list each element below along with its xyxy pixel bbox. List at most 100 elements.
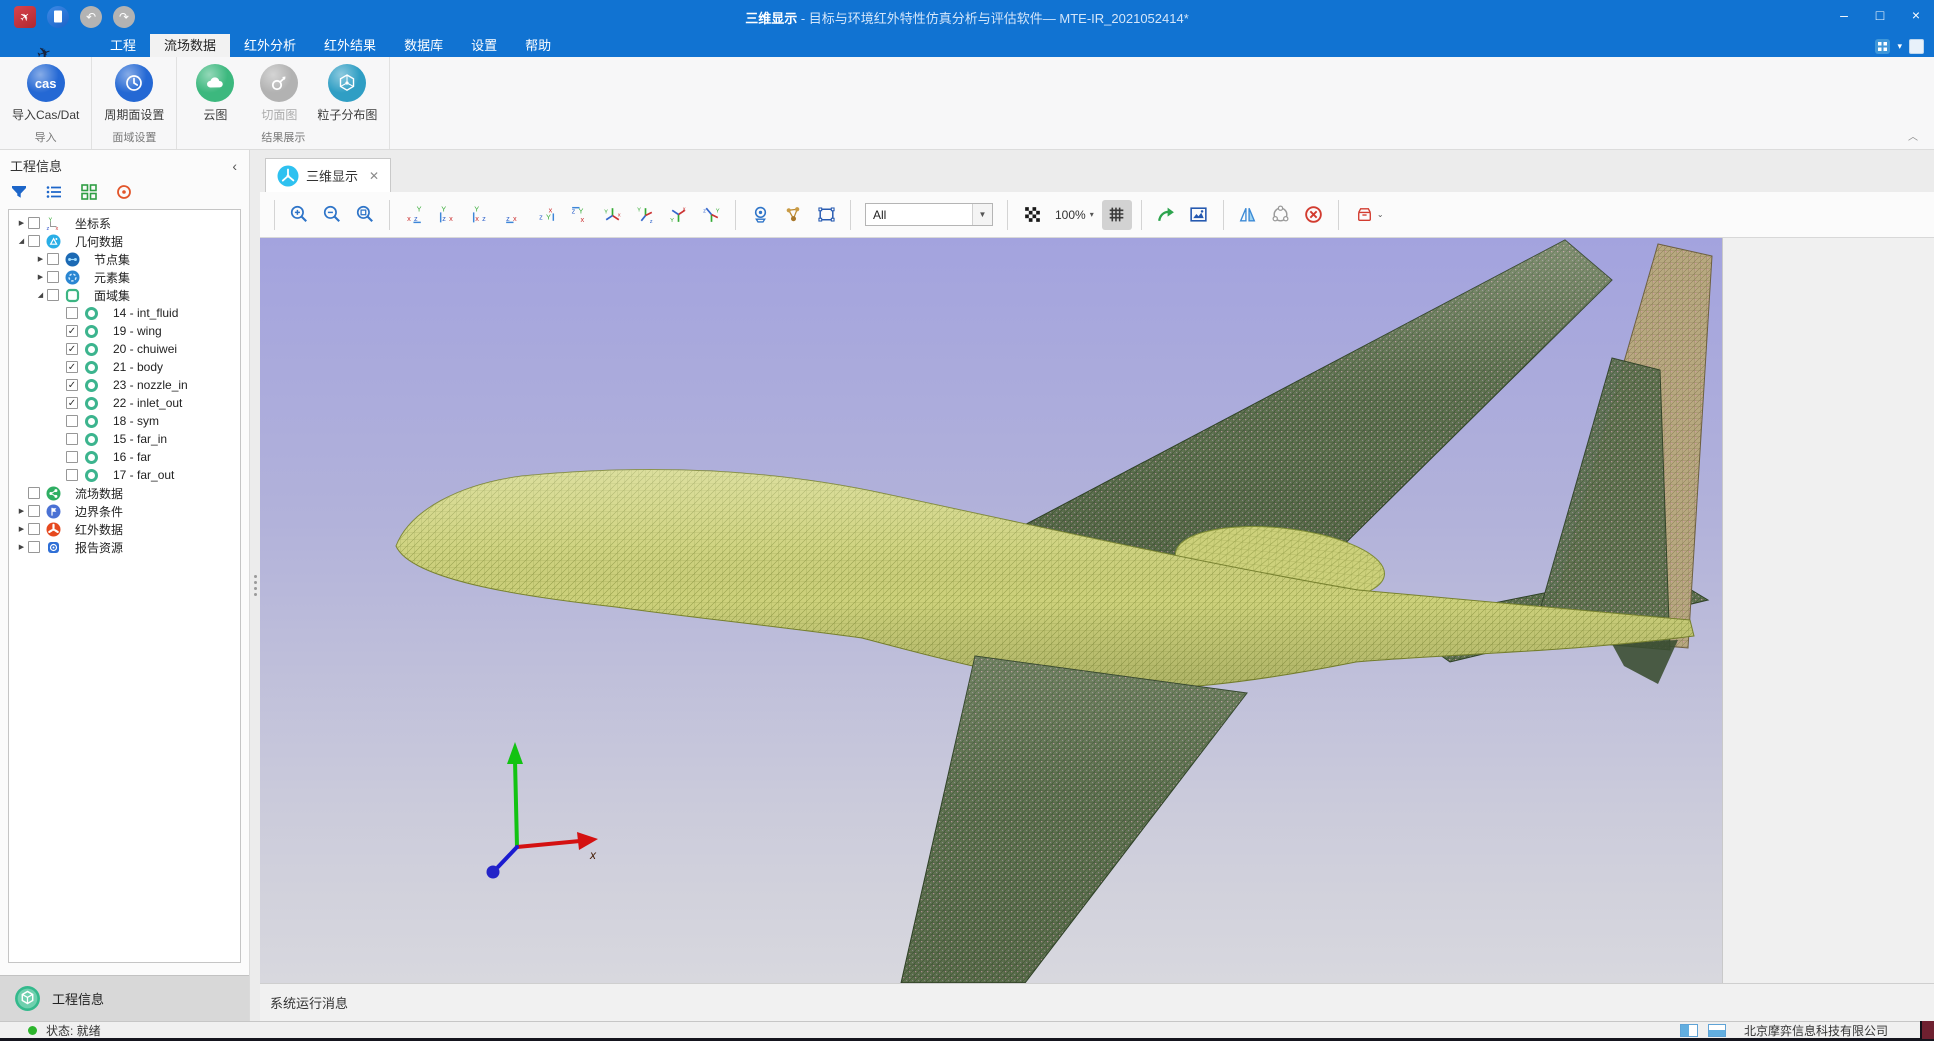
zoom-level-control[interactable]: 100%▾: [1055, 208, 1094, 222]
tree-item-5[interactable]: ◢面域集: [9, 286, 240, 304]
view-right-button[interactable]: [498, 200, 528, 230]
zoom-out-button[interactable]: [317, 200, 347, 230]
tree-checkbox[interactable]: [28, 505, 40, 517]
menu-item-7[interactable]: 帮助: [511, 34, 565, 57]
layout-toggle-1-icon[interactable]: [1680, 1024, 1698, 1037]
maximize-button[interactable]: □: [1862, 0, 1898, 30]
tree-item-9[interactable]: ✓21 - body: [9, 358, 240, 376]
collapsed-arrow-icon[interactable]: ▶: [15, 543, 28, 551]
grid-button[interactable]: [1102, 200, 1132, 230]
tree-item-15[interactable]: 17 - far_out: [9, 466, 240, 484]
tree-item-4[interactable]: ▶元素集: [9, 268, 240, 286]
node-display-button[interactable]: [778, 200, 808, 230]
tree-item-17[interactable]: ▶边界条件: [9, 502, 240, 520]
view-back-button[interactable]: [432, 200, 462, 230]
layout-toggle-2-icon[interactable]: [1708, 1024, 1726, 1037]
tree-checkbox[interactable]: [66, 433, 78, 445]
collapsed-arrow-icon[interactable]: ▶: [34, 255, 47, 263]
tree-checkbox[interactable]: [66, 469, 78, 481]
tree-item-1[interactable]: ▶坐标系: [9, 214, 240, 232]
grid-view-icon[interactable]: [80, 183, 98, 201]
transparency-button[interactable]: [1017, 200, 1047, 230]
mirror-button[interactable]: [1233, 200, 1263, 230]
apps-icon[interactable]: [1875, 39, 1890, 54]
menu-item-3[interactable]: 红外分析: [230, 34, 310, 57]
box-select-button[interactable]: [811, 200, 841, 230]
contour-cloud-button[interactable]: 云图: [189, 63, 241, 123]
tab-3d-view[interactable]: 三维显示 ✕: [265, 158, 391, 192]
archive-caret-icon[interactable]: ⌄: [1377, 210, 1384, 219]
list-view-icon[interactable]: [45, 183, 63, 201]
redo-button[interactable]: ↷: [113, 6, 135, 28]
expanded-arrow-icon[interactable]: ◢: [15, 237, 28, 245]
tree-checkbox[interactable]: [28, 487, 40, 499]
tree-item-6[interactable]: 14 - int_fluid: [9, 304, 240, 322]
tree-checkbox[interactable]: ✓: [66, 379, 78, 391]
view-top-button[interactable]: [531, 200, 561, 230]
menu-item-1[interactable]: 工程: [96, 34, 150, 57]
combo-dropdown-icon[interactable]: ▼: [972, 204, 992, 225]
collapsed-arrow-icon[interactable]: ▶: [15, 507, 28, 515]
iso-view-3-button[interactable]: [663, 200, 693, 230]
tab-close-icon[interactable]: ✕: [369, 169, 379, 183]
tree-item-3[interactable]: ▶节点集: [9, 250, 240, 268]
particle-distribution-button[interactable]: 粒子分布图: [317, 63, 377, 123]
tree-item-18[interactable]: ▶红外数据: [9, 520, 240, 538]
cas-import-button[interactable]: cas导入Cas/Dat: [12, 63, 79, 123]
menu-item-6[interactable]: 设置: [457, 34, 511, 57]
tree-item-7[interactable]: ✓19 - wing: [9, 322, 240, 340]
expanded-arrow-icon[interactable]: ◢: [34, 291, 47, 299]
tree-item-14[interactable]: 16 - far: [9, 448, 240, 466]
iso-view-4-button[interactable]: [696, 200, 726, 230]
tree-checkbox[interactable]: [28, 541, 40, 553]
tree-checkbox[interactable]: [66, 451, 78, 463]
zoom-fit-button[interactable]: [350, 200, 380, 230]
tree-checkbox[interactable]: [47, 271, 59, 283]
tree-item-11[interactable]: ✓22 - inlet_out: [9, 394, 240, 412]
iso-view-1-button[interactable]: [597, 200, 627, 230]
tree-item-12[interactable]: 18 - sym: [9, 412, 240, 430]
project-info-footer-button[interactable]: 工程信息: [0, 975, 249, 1021]
tree-checkbox[interactable]: [66, 307, 78, 319]
collapse-panel-button[interactable]: ‹: [232, 160, 237, 172]
collapsed-arrow-icon[interactable]: ▶: [34, 273, 47, 281]
tree-item-10[interactable]: ✓23 - nozzle_in: [9, 376, 240, 394]
view-left-button[interactable]: [465, 200, 495, 230]
tree-checkbox[interactable]: ✓: [66, 397, 78, 409]
camera-button[interactable]: [745, 200, 775, 230]
menu-item-2[interactable]: 流场数据: [150, 34, 230, 57]
collapsed-arrow-icon[interactable]: ▶: [15, 219, 28, 227]
tree-checkbox[interactable]: [28, 235, 40, 247]
menubar-dropdown-caret[interactable]: ▾: [1897, 41, 1902, 52]
snapshot-button[interactable]: [1184, 200, 1214, 230]
tree-checkbox[interactable]: [28, 217, 40, 229]
iso-view-2-button[interactable]: [630, 200, 660, 230]
tree-checkbox[interactable]: ✓: [66, 325, 78, 337]
collapsed-arrow-icon[interactable]: ▶: [15, 525, 28, 533]
tree-item-8[interactable]: ✓20 - chuiwei: [9, 340, 240, 358]
periodic-face-button[interactable]: 周期面设置: [104, 63, 164, 123]
tree-item-19[interactable]: ▶报告资源: [9, 538, 240, 556]
tree-checkbox[interactable]: [47, 289, 59, 301]
locate-target-icon[interactable]: [115, 183, 133, 201]
viewport-3d[interactable]: x: [260, 238, 1722, 983]
display-filter-select[interactable]: All▼: [865, 203, 993, 226]
new-document-button[interactable]: [47, 6, 69, 28]
tree-checkbox[interactable]: ✓: [66, 361, 78, 373]
minimize-button[interactable]: –: [1826, 0, 1862, 30]
theme-toggle-button[interactable]: [1909, 39, 1924, 54]
panel-splitter[interactable]: [250, 150, 260, 1021]
tree-checkbox[interactable]: [28, 523, 40, 535]
zoom-in-button[interactable]: [284, 200, 314, 230]
orbit-button[interactable]: [1266, 200, 1296, 230]
menu-item-4[interactable]: 红外结果: [310, 34, 390, 57]
clear-button[interactable]: [1299, 200, 1329, 230]
export-view-button[interactable]: [1151, 200, 1181, 230]
close-button[interactable]: ×: [1898, 0, 1934, 30]
filter-icon[interactable]: [10, 183, 28, 201]
menu-item-5[interactable]: 数据库: [390, 34, 457, 57]
tree-checkbox[interactable]: [47, 253, 59, 265]
tree-item-2[interactable]: ◢几何数据: [9, 232, 240, 250]
tree-checkbox[interactable]: [66, 415, 78, 427]
archive-button[interactable]: ⌄: [1348, 200, 1390, 230]
